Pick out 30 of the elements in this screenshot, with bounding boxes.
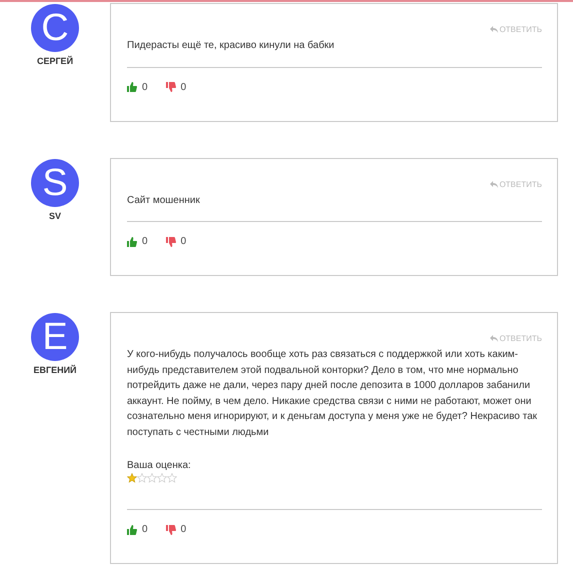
author-name: SV: [48, 210, 61, 220]
thumbs-up-icon: [127, 82, 137, 92]
comment-text: Пидерасты ещё те, красиво кинули на бабки: [127, 39, 336, 53]
thumbs-down-icon: [166, 524, 176, 534]
star-icon[interactable]: [127, 473, 137, 483]
thumbs-down-icon: [166, 236, 176, 246]
avatar: S: [31, 158, 79, 206]
dislike-button[interactable]: 0: [166, 236, 186, 247]
star-icon[interactable]: [137, 473, 147, 483]
avatar: E: [31, 313, 79, 361]
thumbs-down-icon: [166, 82, 176, 92]
comment-text: У кого-нибудь получалось вообще хоть раз связаться с поддержкой или хоть каким-нибудь представителем этой подвальной конторки? Дело в том, что мне нормально потрейдить даже не дали, через пару дней после депозита в 1000 долларов забанили аккаунт. Не пойму, в чем дело. Никакие средства связи с ними не работают, может они сознательно меня игнорируют, и к деньгам доступа у меня уже не будет? Некрасиво так поступать с честными людьми: [127, 348, 538, 440]
star-icon[interactable]: [167, 473, 177, 483]
reply-icon: [490, 180, 498, 188]
dislike-button[interactable]: 0: [166, 82, 186, 92]
reply-icon: [490, 335, 498, 342]
star-icon[interactable]: [157, 473, 167, 483]
thumbs-up-icon: [127, 236, 137, 246]
dislike-button[interactable]: 0: [166, 524, 186, 535]
comment-text: Сайт мошенник: [127, 194, 201, 208]
author-name: ЕВГЕНИЙ: [33, 365, 77, 375]
author-name: СЕРГЕЙ: [36, 56, 74, 66]
star-icon[interactable]: [147, 473, 157, 483]
avatar: C: [31, 4, 79, 52]
rating-label: Ваша оценка:: [127, 460, 192, 471]
like-button[interactable]: 0: [127, 82, 148, 92]
like-button[interactable]: 0: [127, 236, 148, 247]
like-button[interactable]: 0: [127, 524, 148, 535]
thumbs-up-icon: [127, 524, 137, 534]
reply-icon: [490, 26, 498, 33]
